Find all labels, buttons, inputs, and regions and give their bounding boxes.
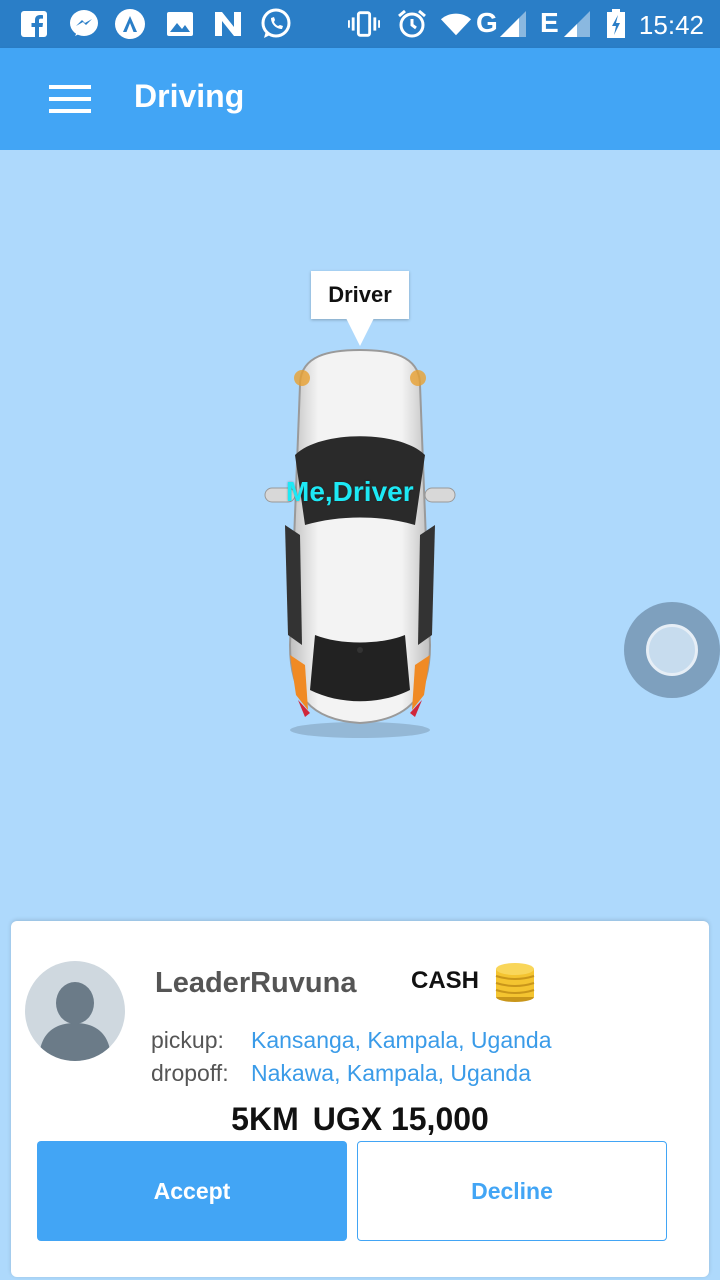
wifi-icon [440,8,472,40]
menu-button[interactable] [40,74,100,124]
status-bar: G E 15:42 [0,0,720,48]
my-location-button[interactable] [624,602,720,698]
dropoff-address: Nakawa, Kampala, Uganda [251,1060,531,1086]
signal-icon [562,8,594,40]
alarm-icon [396,8,428,40]
car-marker-icon[interactable] [260,345,460,745]
vibrate-icon [348,8,380,40]
battery-charging-icon [600,8,632,40]
ride-request-card: LeaderRuvuna CASH pickup: Kansanga, Kamp… [11,921,709,1277]
trip-distance: 5KM [231,1101,299,1137]
driver-marker-tooltip: Driver [311,271,409,319]
location-target-icon [646,624,698,676]
trip-summary: 5KM UGX 15,000 [11,1101,709,1138]
payment-method-label: CASH [411,967,480,994]
rider-avatar [25,961,125,1061]
network-type-label: E [540,7,559,38]
app-bar: Driving [0,48,720,150]
whatsapp-icon [260,8,292,40]
n-app-icon [212,8,244,40]
accept-button[interactable]: Accept [37,1141,347,1241]
person-icon [39,982,111,1061]
page-title: Driving [134,78,245,114]
dropoff-label: dropoff: [151,1060,229,1086]
clock: 15:42 [638,10,704,40]
facebook-icon [18,8,50,40]
trip-fare: UGX 15,000 [312,1101,489,1137]
gallery-icon [164,8,196,40]
pickup-label: pickup: [151,1027,224,1053]
signal-icon [498,8,530,40]
coins-icon [495,963,535,1002]
app-a-icon [114,8,146,40]
car-label: Me,Driver [286,476,414,507]
decline-button[interactable]: Decline [357,1141,667,1241]
rider-name: LeaderRuvuna [155,967,357,999]
tooltip-pointer [346,318,374,346]
pickup-address: Kansanga, Kampala, Uganda [251,1027,552,1053]
hamburger-menu-icon [49,85,91,113]
network-type-label: G [476,7,498,38]
messenger-icon [68,8,100,40]
